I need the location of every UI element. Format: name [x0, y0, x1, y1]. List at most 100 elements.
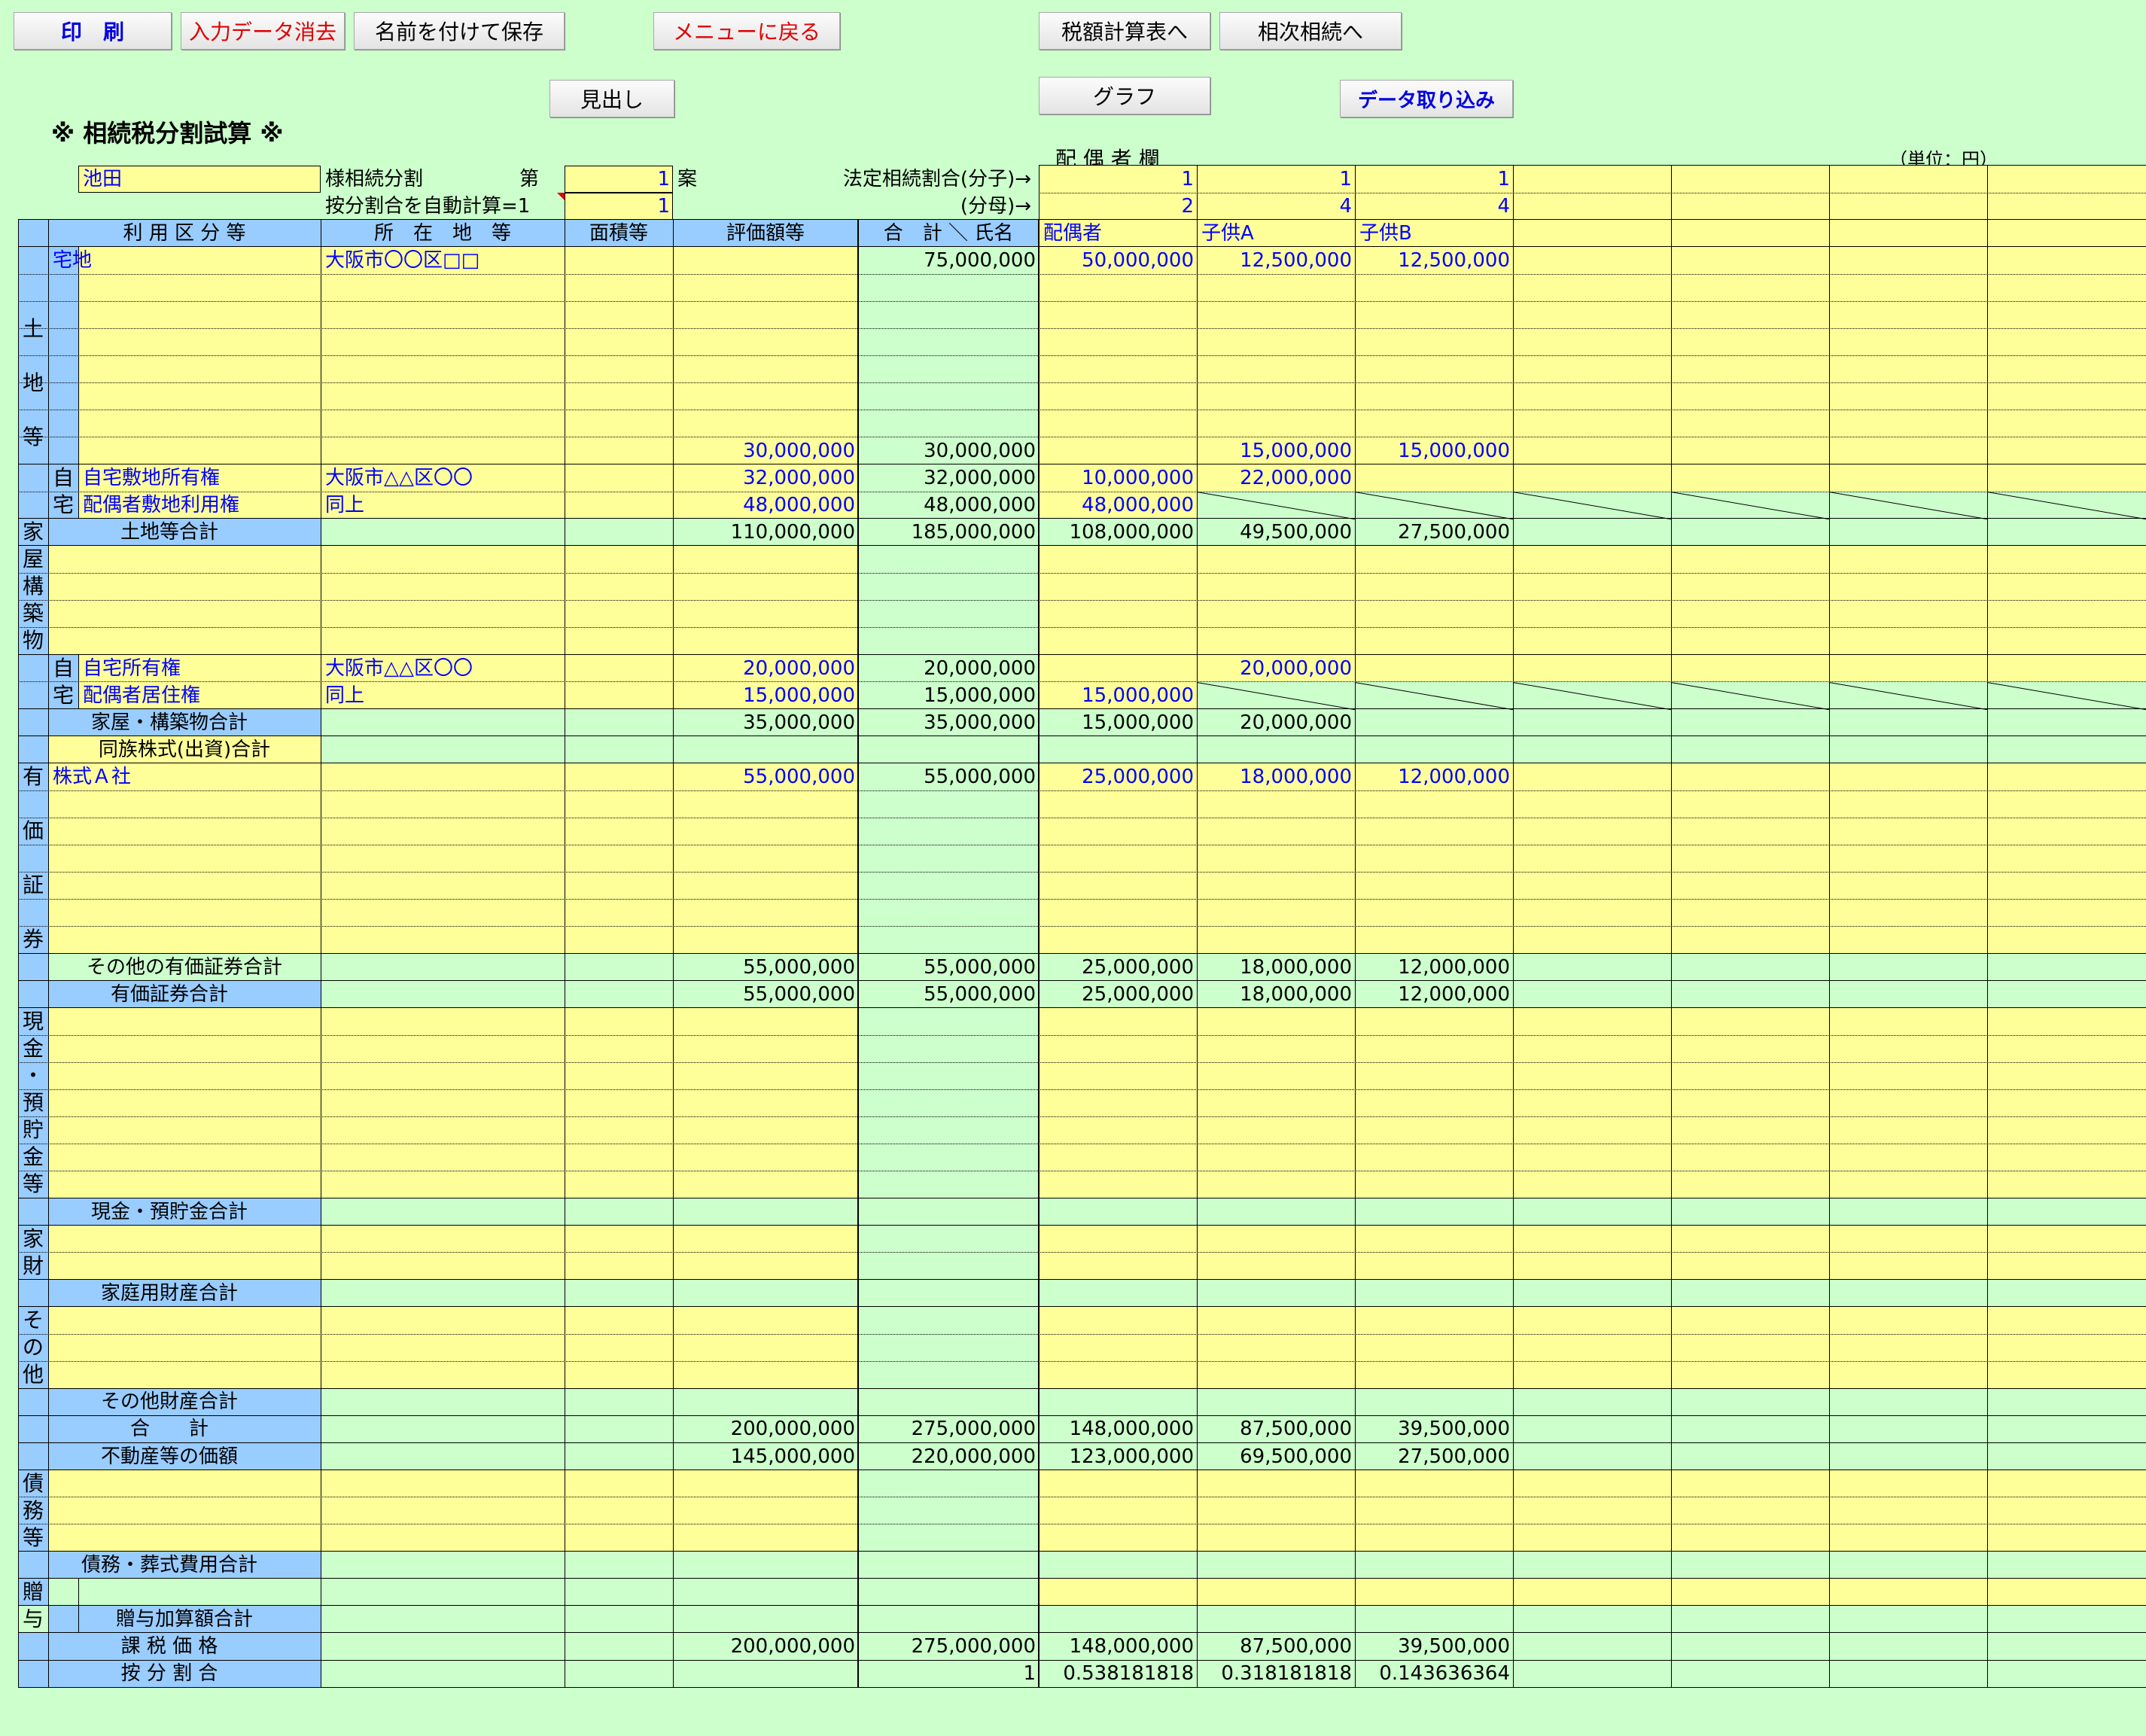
- heir-input-cell[interactable]: [1039, 1361, 2146, 1389]
- heir-input-cell[interactable]: [1039, 763, 2146, 791]
- location-cell[interactable]: 同上: [325, 494, 364, 516]
- heir-amount-cell[interactable]: 48,000,000: [1082, 494, 1194, 516]
- usage-cell[interactable]: 自宅所有権: [83, 657, 181, 680]
- heir-input-cell[interactable]: [1039, 1307, 2146, 1335]
- ratio-numerator-input[interactable]: [1671, 166, 1829, 193]
- location-cell[interactable]: 大阪市〇〇区□□: [325, 249, 479, 272]
- ratio-numerator-input[interactable]: [1513, 166, 1671, 193]
- heir-input-cell[interactable]: [1039, 790, 2146, 818]
- value-cell[interactable]: 55,000,000: [743, 766, 855, 788]
- heir-input-cell[interactable]: [1039, 1144, 2146, 1171]
- input-row-cell[interactable]: [48, 790, 858, 818]
- heir-input-cell[interactable]: [1039, 600, 2146, 628]
- ratio-denominator-input[interactable]: [1039, 193, 1197, 220]
- input-row-cell[interactable]: [48, 573, 858, 601]
- heir-input-cell[interactable]: [1039, 845, 2146, 873]
- input-row-cell[interactable]: [48, 1171, 858, 1198]
- plan-number[interactable]: 1: [657, 168, 670, 190]
- heir-amount-cell[interactable]: 15,000,000: [1398, 440, 1510, 462]
- value-cell[interactable]: 20,000,000: [743, 657, 855, 680]
- input-row-cell[interactable]: [48, 763, 858, 791]
- input-row-cell[interactable]: [48, 899, 858, 927]
- heir-input-cell[interactable]: [1039, 1470, 2146, 1497]
- heir-input-cell[interactable]: [1039, 1089, 2146, 1117]
- heir-input-cell[interactable]: [1039, 382, 2146, 410]
- ratio-numerator[interactable]: 1: [1339, 168, 1352, 190]
- heir-input-cell[interactable]: [1039, 410, 2146, 437]
- heir-input-cell[interactable]: [1039, 1035, 2146, 1063]
- ratio-denominator-input[interactable]: [1513, 193, 1671, 220]
- heir-name-header[interactable]: 配偶者: [1043, 222, 1102, 245]
- usage-cell[interactable]: 配偶者敷地利用権: [83, 494, 239, 516]
- heir-input-cell[interactable]: [1039, 328, 2146, 356]
- heir-input-cell[interactable]: [1039, 1171, 2146, 1198]
- input-row-cell[interactable]: [48, 1035, 858, 1063]
- heir-input-cell[interactable]: [1039, 899, 2146, 927]
- heir-amount-cell[interactable]: 12,500,000: [1398, 249, 1510, 272]
- heir-amount-cell[interactable]: 10,000,000: [1082, 467, 1194, 489]
- input-row-cell[interactable]: [48, 328, 858, 356]
- heir-amount-cell[interactable]: 15,000,000: [1082, 684, 1194, 707]
- heir-input-cell[interactable]: [1039, 464, 2146, 492]
- input-row-cell[interactable]: [48, 926, 858, 954]
- value-cell[interactable]: 15,000,000: [743, 684, 855, 707]
- heir-input-cell[interactable]: [1039, 1225, 2146, 1253]
- heir-amount-cell[interactable]: 12,500,000: [1240, 249, 1352, 272]
- input-row-cell[interactable]: [48, 1089, 858, 1117]
- ratio-denominator[interactable]: 4: [1339, 195, 1352, 218]
- heir-input-cell[interactable]: [1039, 274, 2146, 302]
- heir-input-cell[interactable]: [1039, 1116, 2146, 1144]
- heir-input-cell[interactable]: [1039, 437, 2146, 464]
- input-row-cell[interactable]: [48, 600, 858, 628]
- input-row-cell[interactable]: [48, 382, 858, 410]
- ratio-numerator[interactable]: 1: [1181, 168, 1194, 190]
- input-row-cell[interactable]: [48, 1116, 858, 1144]
- ratio-numerator-input[interactable]: [1829, 166, 1987, 193]
- ratio-numerator-input[interactable]: [1987, 166, 2146, 193]
- ratio-denominator-input[interactable]: [1355, 193, 1513, 220]
- heir-input-cell[interactable]: [1039, 355, 2146, 383]
- input-row-cell[interactable]: [48, 1307, 858, 1335]
- heir-amount-cell[interactable]: 20,000,000: [1240, 657, 1352, 680]
- heir-input-cell[interactable]: [1039, 818, 2146, 845]
- input-row-cell[interactable]: [48, 1007, 858, 1035]
- input-row-cell[interactable]: [48, 1524, 858, 1552]
- input-row-cell[interactable]: [48, 872, 858, 900]
- ratio-denominator-input[interactable]: [1197, 193, 1355, 220]
- heir-input-cell[interactable]: [1039, 926, 2146, 954]
- usage-cell[interactable]: 宅地: [53, 249, 92, 272]
- usage-cell[interactable]: 株式Ａ社: [53, 766, 131, 788]
- heir-input-cell[interactable]: [1039, 1497, 2146, 1524]
- input-row-cell[interactable]: [48, 546, 858, 574]
- input-row-cell[interactable]: [48, 818, 858, 845]
- ratio-numerator-input[interactable]: [1355, 166, 1513, 193]
- location-cell[interactable]: 大阪市△△区〇〇: [325, 657, 473, 680]
- input-row-cell[interactable]: [48, 437, 858, 464]
- heir-amount-cell[interactable]: 25,000,000: [1082, 766, 1194, 788]
- ratio-denominator[interactable]: 4: [1497, 195, 1510, 218]
- input-row-cell[interactable]: [48, 1334, 858, 1362]
- heir-input-cell[interactable]: [1039, 1252, 2146, 1280]
- input-row-cell[interactable]: [48, 355, 858, 383]
- input-row-cell[interactable]: [48, 1225, 858, 1253]
- heir-input-cell[interactable]: [1039, 573, 2146, 601]
- heir-amount-cell[interactable]: 15,000,000: [1240, 440, 1352, 462]
- input-row-cell[interactable]: [48, 627, 858, 655]
- input-row-cell[interactable]: [48, 1470, 858, 1497]
- heir-name[interactable]: 池田: [83, 168, 122, 190]
- ratio-numerator-input[interactable]: [1039, 166, 1197, 193]
- heir-input-cell[interactable]: [1039, 247, 2146, 275]
- input-row-cell[interactable]: [48, 845, 858, 873]
- ratio-denominator-input[interactable]: [1829, 193, 1987, 220]
- heir-name-header[interactable]: 子供B: [1359, 222, 1412, 245]
- heir-input-cell[interactable]: [1039, 301, 2146, 329]
- ratio-numerator-input[interactable]: [1197, 166, 1355, 193]
- heir-input-cell[interactable]: [1039, 654, 2146, 682]
- heir-input-cell[interactable]: [1039, 1007, 2146, 1035]
- ratio-denominator-input[interactable]: [1987, 193, 2146, 220]
- auto-ratio-value[interactable]: 1: [657, 195, 670, 218]
- ratio-denominator[interactable]: 2: [1181, 195, 1194, 218]
- input-row-cell[interactable]: [48, 1252, 858, 1280]
- heir-amount-cell[interactable]: 18,000,000: [1240, 766, 1352, 788]
- heir-amount-cell[interactable]: 22,000,000: [1240, 467, 1352, 489]
